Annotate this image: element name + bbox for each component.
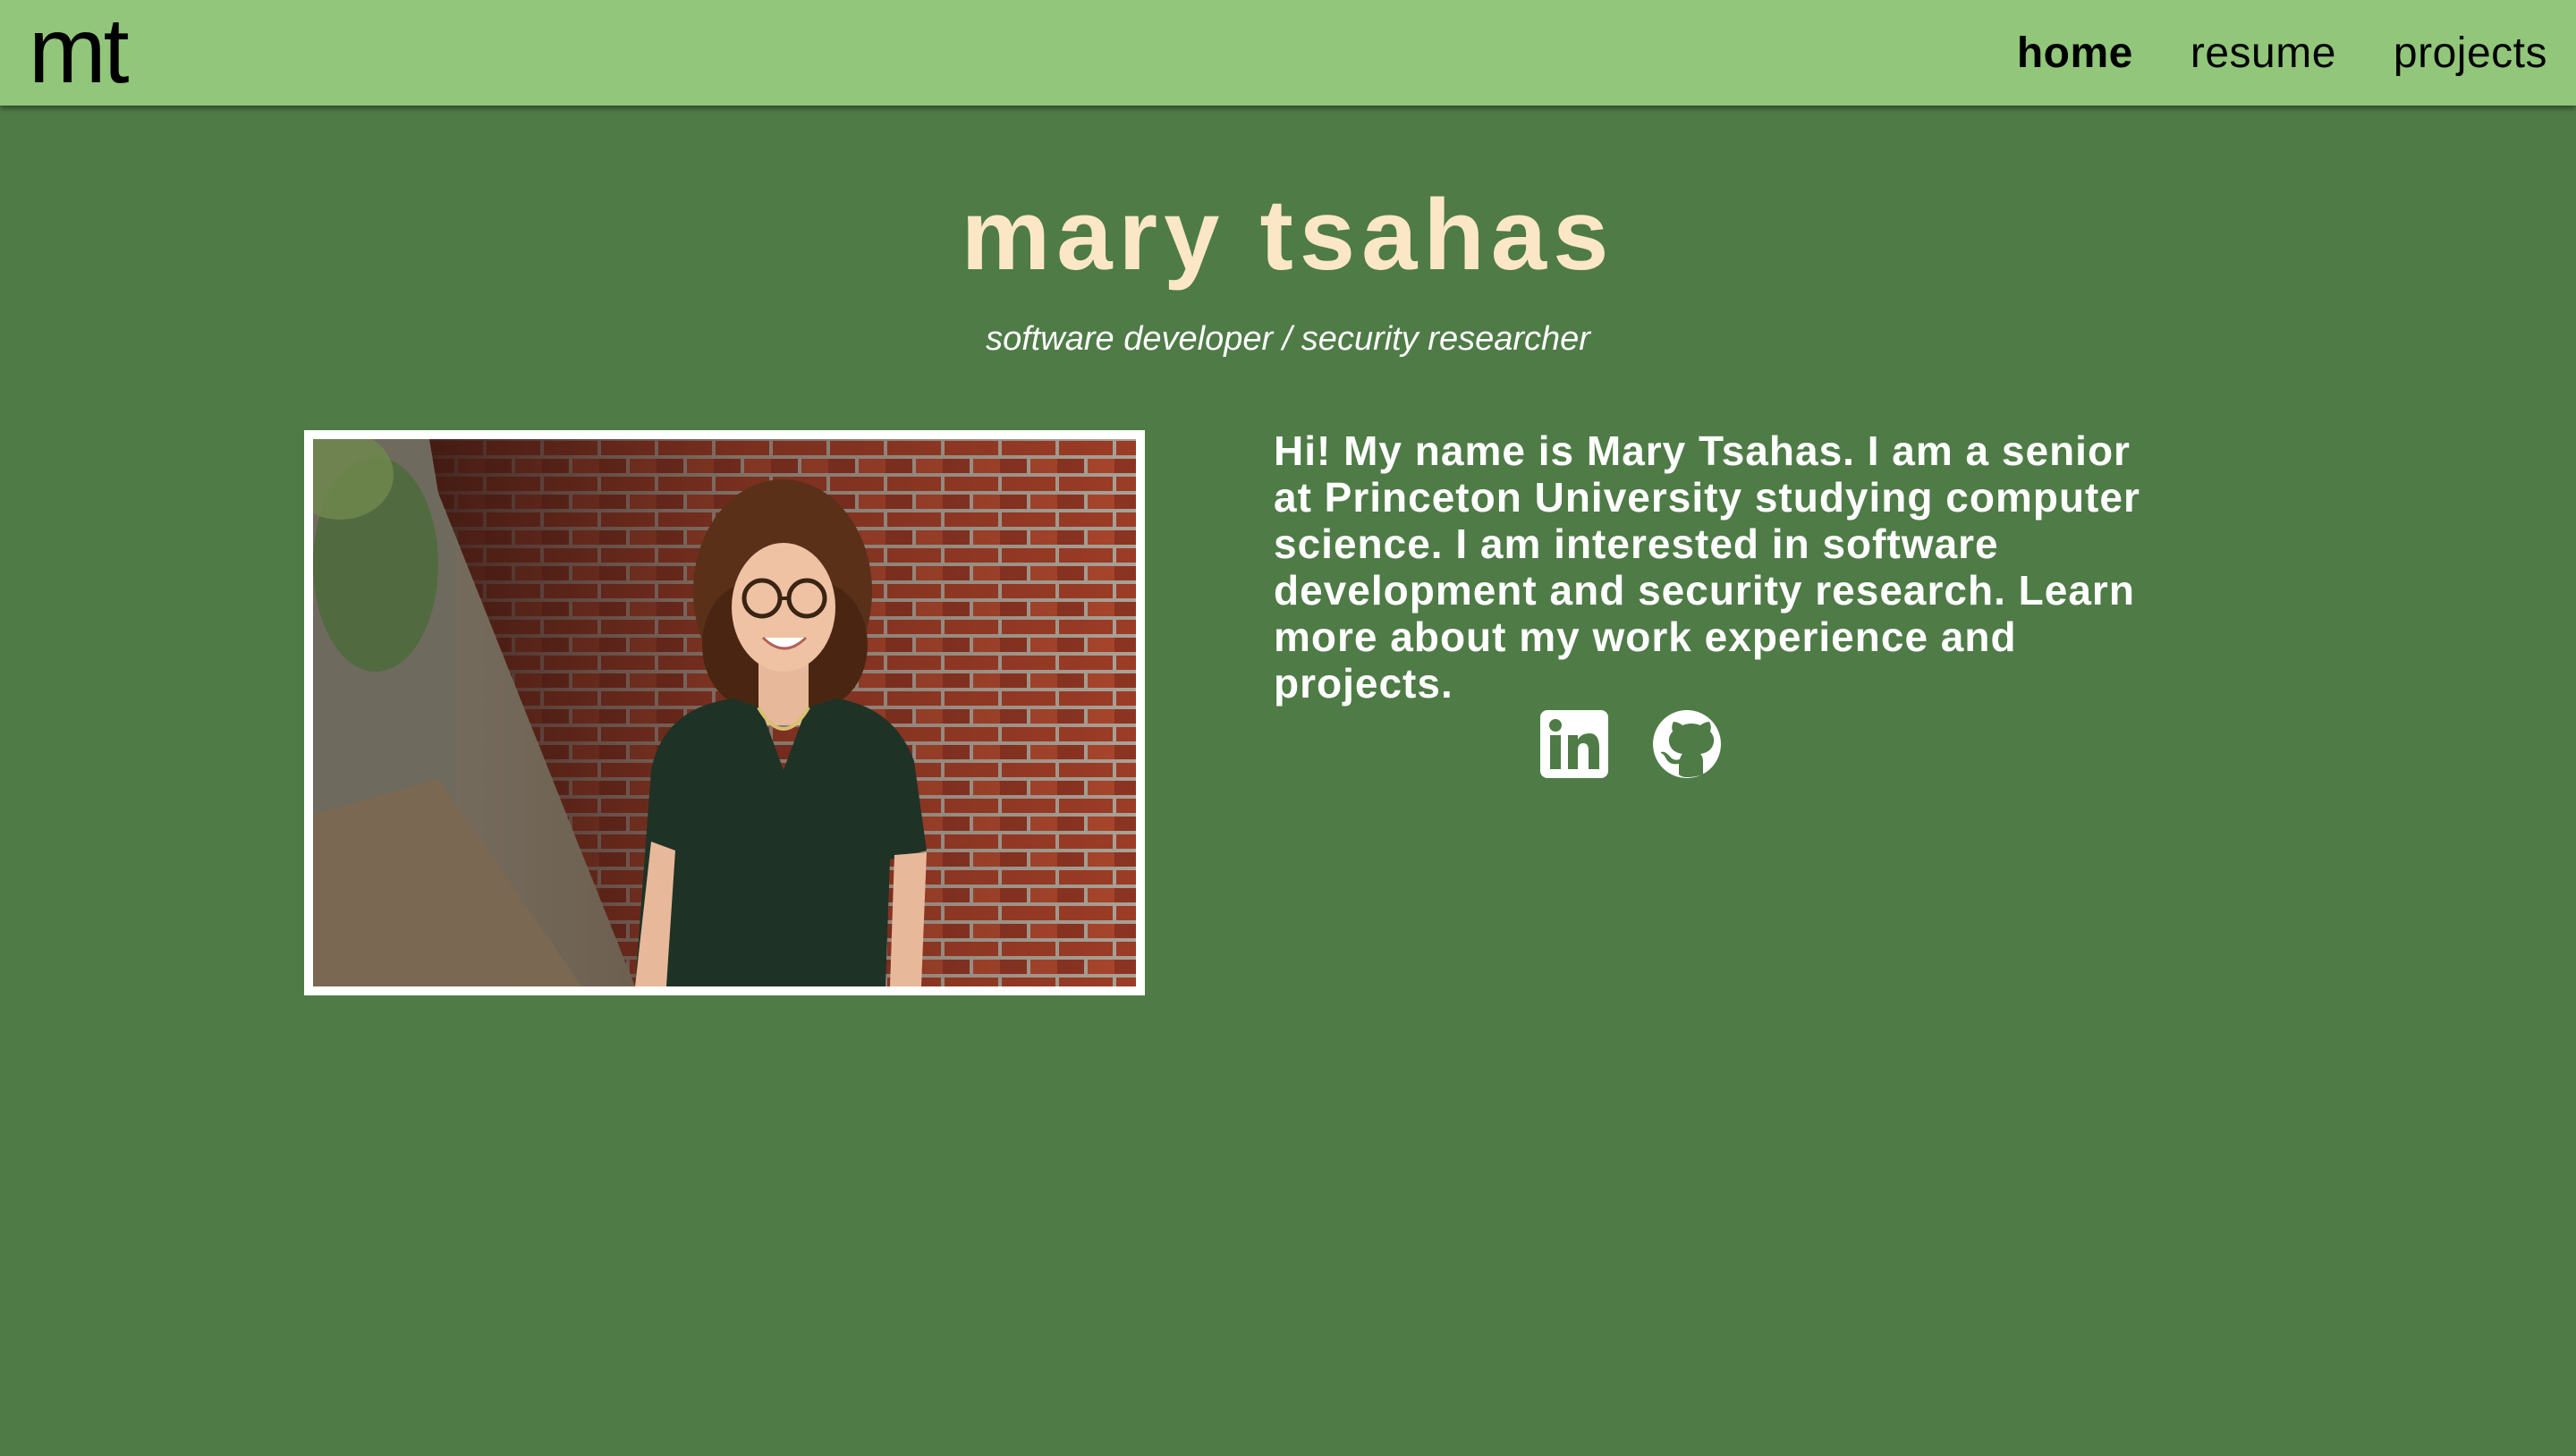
bio-text: Hi! My name is Mary Tsahas. I am a senio…: [1274, 427, 2140, 707]
top-navbar: mt home resume projects: [0, 0, 2576, 106]
profile-photo: [313, 439, 1136, 986]
linkedin-icon[interactable]: [1538, 708, 1610, 780]
social-links: [1538, 708, 1764, 780]
profile-photo-frame: [304, 430, 1145, 995]
nav-projects-link[interactable]: projects: [2394, 29, 2547, 78]
site-logo[interactable]: mt: [29, 2, 130, 100]
main-nav: home resume projects: [1960, 0, 2547, 106]
nav-resume-link[interactable]: resume: [2190, 29, 2336, 78]
page-title: mary tsahas: [961, 179, 1615, 291]
nav-home-link[interactable]: home: [2017, 29, 2133, 78]
page-subtitle: software developer / security researcher: [986, 320, 1590, 358]
github-icon[interactable]: [1651, 708, 1723, 780]
